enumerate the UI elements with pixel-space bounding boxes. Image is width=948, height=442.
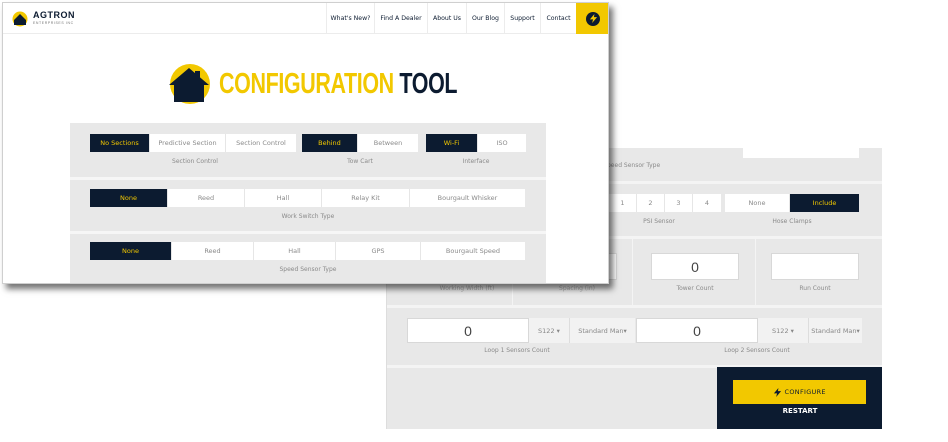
loop-sensors-row: 0 S122 ▾ Standard Man ▾ Loop 1 Sensors Co… (387, 308, 882, 365)
working-width-label-partial: Working Width (ft) (439, 285, 495, 292)
tower-count-label: Tower Count (676, 285, 714, 292)
loop2-size-select[interactable]: S122 ▾ (758, 318, 808, 343)
spacing-label-partial: Spacing (in) (559, 285, 595, 292)
psi-sensor-label: PSI Sensor (643, 218, 675, 225)
front-screenshot: AGTRON ENTERPRISES INC What's New? Find … (2, 2, 609, 284)
interface-label: Interface (462, 158, 490, 165)
loop1-type-select[interactable]: Standard Man ▾ (569, 318, 635, 343)
hose-option-none[interactable]: None (725, 194, 790, 212)
brand-subtitle: ENTERPRISES INC (33, 21, 74, 25)
title-tool: TOOL (399, 67, 458, 100)
loop1-type-value: Standard Man (578, 326, 624, 335)
page-title: CONFIGURATION TOOL (167, 60, 541, 108)
run-count-input[interactable] (771, 253, 859, 280)
loop1-label: Loop 1 Sensors Count (484, 347, 550, 354)
psi-option-4[interactable]: 4 (693, 194, 721, 212)
loop2-size-value: S122 (772, 326, 789, 335)
interface-option-iso[interactable]: ISO (478, 134, 526, 152)
tow-cart-option-behind[interactable]: Behind (302, 134, 358, 152)
loop2-type-select[interactable]: Standard Man ▾ (808, 318, 862, 343)
tow-cart-label: Tow Cart (347, 158, 373, 165)
brand-name: AGTRON (33, 10, 75, 20)
loop1-count-input[interactable]: 0 (407, 318, 529, 343)
speed-sensor-option-gps[interactable]: GPS (336, 242, 421, 260)
house-icon (167, 62, 211, 106)
bolt-icon (774, 387, 782, 397)
work-switch-option-hall[interactable]: Hall (245, 189, 322, 207)
agtron-logo-icon (11, 9, 29, 27)
brand-logo[interactable]: AGTRON ENTERPRISES INC (11, 9, 75, 27)
section-option-predictive[interactable]: Predictive Section (150, 134, 226, 152)
section-control-label: Section Control (172, 158, 218, 165)
work-switch-option-relay[interactable]: Relay Kit (322, 189, 410, 207)
nav-contact[interactable]: Contact (540, 3, 576, 34)
nav-find-dealer[interactable]: Find A Dealer (374, 3, 427, 34)
row-divider (70, 231, 546, 234)
hose-option-include[interactable]: Include (790, 194, 859, 212)
loop2-count-input[interactable]: 0 (636, 318, 758, 343)
interface-option-wifi[interactable]: Wi-Fi (426, 134, 478, 152)
speed-sensor-label-partial: peed Sensor Type (607, 162, 661, 169)
loop2-label: Loop 2 Sensors Count (724, 347, 790, 354)
loop1-size-select[interactable]: S122 ▾ (529, 318, 569, 343)
psi-option-2[interactable]: 2 (637, 194, 665, 212)
work-switch-option-whisker[interactable]: Bourgault Whisker (410, 189, 525, 207)
cell-divider (755, 239, 756, 305)
configure-label: CONFIGURE (784, 388, 826, 396)
psi-option-3[interactable]: 3 (665, 194, 693, 212)
nav-about-us[interactable]: About Us (427, 3, 466, 34)
restart-button[interactable]: RESTART (717, 407, 882, 415)
nav-support[interactable]: Support (504, 3, 540, 34)
hose-clamps-label: Hose Clamps (772, 218, 812, 225)
speed-sensor-option-hall[interactable]: Hall (254, 242, 336, 260)
configure-button[interactable]: CONFIGURE (733, 380, 866, 404)
speed-sensor-option-reed[interactable]: Reed (172, 242, 254, 260)
configure-panel: CONFIGURE RESTART (717, 367, 882, 429)
interface-selector: Wi-Fi ISO (426, 134, 526, 152)
tow-cart-option-between[interactable]: Between (358, 134, 418, 152)
bolt-icon (586, 11, 600, 26)
speed-sensor-option-bourgault[interactable]: Bourgault Speed (421, 242, 525, 260)
configure-nav-button[interactable] (576, 3, 608, 34)
top-nav: AGTRON ENTERPRISES INC What's New? Find … (3, 3, 608, 34)
work-switch-label: Work Switch Type (281, 213, 335, 220)
work-switch-option-reed[interactable]: Reed (168, 189, 245, 207)
work-switch-selector: None Reed Hall Relay Kit Bourgault Whisk… (90, 189, 525, 207)
hose-clamps-selector: None Include (725, 194, 859, 212)
nav-whats-new[interactable]: What's New? (326, 3, 374, 34)
row-divider (70, 177, 546, 180)
run-count-label: Run Count (799, 285, 831, 292)
tow-cart-selector: Behind Between (302, 134, 418, 152)
section-option-control[interactable]: Section Control (226, 134, 296, 152)
speed-sensor-label: Speed Sensor Type (279, 266, 337, 273)
cell-divider (632, 239, 633, 305)
section-option-none[interactable]: No Sections (90, 134, 150, 152)
psi-option-1[interactable]: 1 (609, 194, 637, 212)
work-switch-option-none[interactable]: None (90, 189, 168, 207)
speed-sensor-option-partial[interactable] (743, 148, 859, 158)
speed-sensor-selector: None Reed Hall GPS Bourgault Speed (90, 242, 525, 260)
loop2-type-value: Standard Man (811, 326, 857, 335)
psi-sensor-selector: 1 2 3 4 (609, 194, 721, 212)
tower-count-input[interactable]: 0 (651, 253, 739, 280)
section-control-selector: No Sections Predictive Section Section C… (90, 134, 296, 152)
nav-our-blog[interactable]: Our Blog (466, 3, 504, 34)
loop1-size-value: S122 (538, 326, 555, 335)
speed-sensor-option-none[interactable]: None (90, 242, 172, 260)
config-form: No Sections Predictive Section Section C… (70, 123, 546, 283)
title-configuration: CONFIGURATION (219, 67, 394, 100)
